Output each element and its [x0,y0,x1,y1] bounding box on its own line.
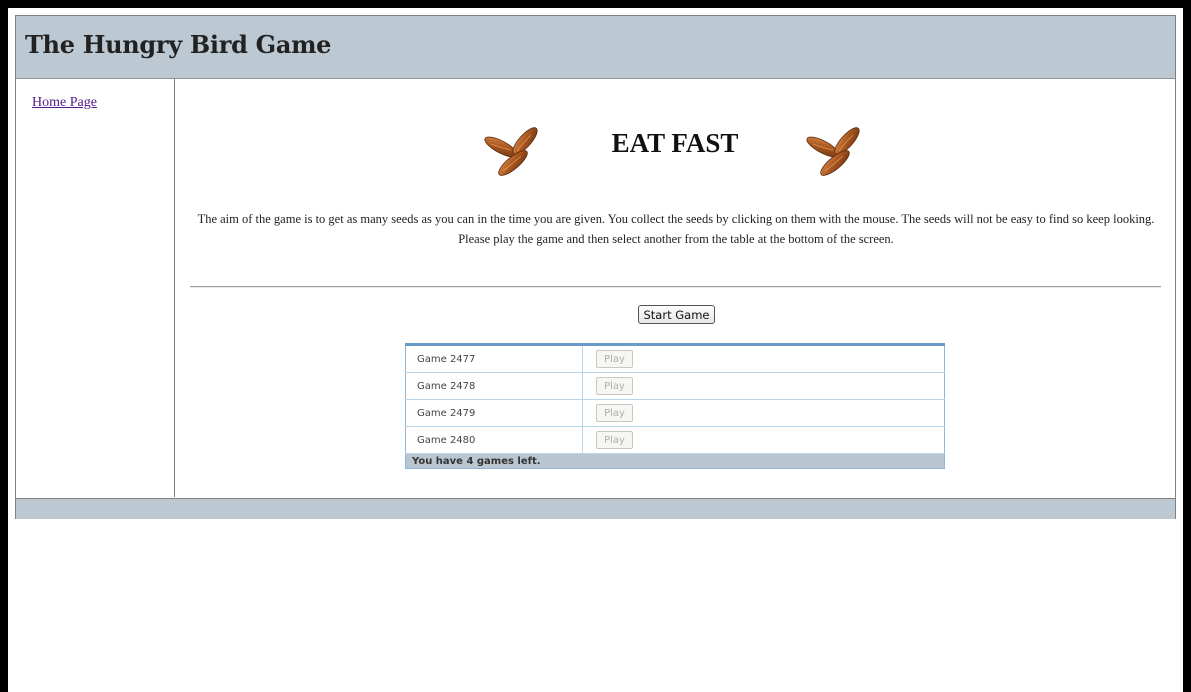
play-button[interactable]: Play [596,377,633,395]
game-title: EAT FAST [611,128,739,158]
seeds-icon [806,127,860,176]
main-content: EAT FAST The aim of the game is to get a… [175,79,1175,497]
page-footer [16,498,1175,519]
start-game-button[interactable]: Start Game [638,305,715,324]
play-button[interactable]: Play [596,431,633,449]
site-title: The Hungry Bird Game [25,30,332,59]
game-name: Game 2477 [405,344,583,373]
table-row: Game 2479 Play [405,399,945,427]
table-row: Game 2477 Play [405,344,945,373]
table-row: Game 2478 Play [405,372,945,400]
table-row: Game 2480 Play [405,426,945,454]
sidebar: Home Page [16,79,175,497]
divider [190,286,1161,288]
page-header: The Hungry Bird Game [16,16,1175,79]
seeds-icon [484,127,538,176]
play-button[interactable]: Play [596,350,633,368]
games-table: Game 2477 Play Game 2478 Play Game 2479 [405,343,945,469]
game-name: Game 2478 [405,372,583,400]
game-instructions: The aim of the game is to get as many se… [197,212,1155,246]
game-name: Game 2479 [405,399,583,427]
table-footer: You have 4 games left. [405,453,945,469]
games-left-text: You have 4 games left. [405,453,945,469]
page-container: The Hungry Bird Game Home Page EAT FAST … [15,15,1176,519]
home-page-link[interactable]: Home Page [32,95,97,111]
play-button[interactable]: Play [596,404,633,422]
browser-viewport: The Hungry Bird Game Home Page EAT FAST … [8,8,1183,692]
game-name: Game 2480 [405,426,583,454]
